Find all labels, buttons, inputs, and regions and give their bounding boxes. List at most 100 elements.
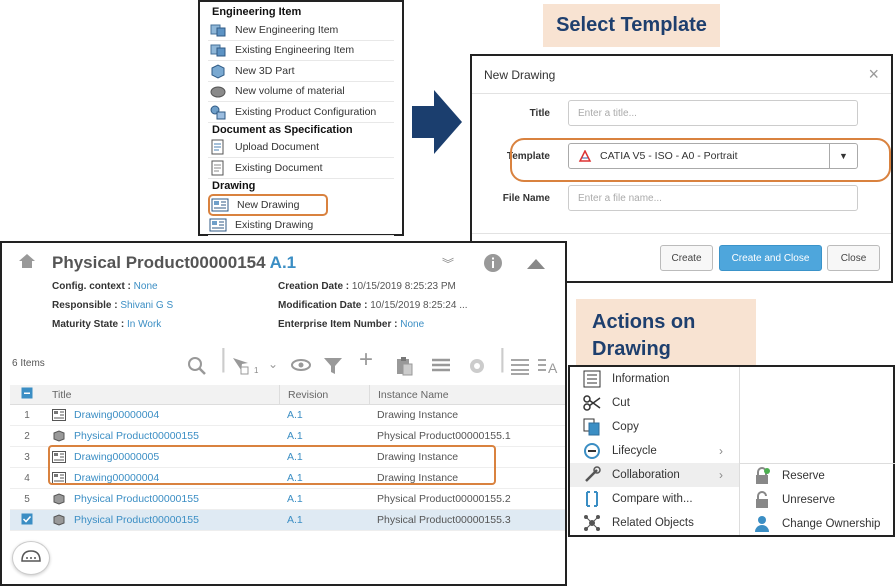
table-row[interactable]: 2 Physical Product00000155 A.1 Physical … xyxy=(10,426,565,447)
collapse-icon[interactable] xyxy=(526,257,546,275)
copy-icon xyxy=(582,418,602,436)
modification-date: Modification Date : 10/15/2019 8:25:24 .… xyxy=(278,300,468,311)
dialog-header: New Drawing × xyxy=(472,56,891,94)
search-icon[interactable] xyxy=(187,356,207,380)
actions-callout: Actions on Drawing xyxy=(576,299,756,369)
menu-item-existing-engineering-item[interactable]: Existing Engineering Item xyxy=(208,41,394,61)
filter-icon[interactable] xyxy=(323,356,343,380)
grid-toolbar: 6 Items | 1 ⌄ + | A xyxy=(2,343,565,382)
chat-helmet-button[interactable] xyxy=(12,541,50,575)
scissors-icon xyxy=(582,394,602,412)
drawing-icon xyxy=(208,217,228,233)
related-objects-icon xyxy=(582,514,602,532)
column-instance-name[interactable]: Instance Name xyxy=(369,384,565,405)
3d-part-icon xyxy=(208,63,228,79)
menu-item-existing-product-configuration[interactable]: Existing Product Configuration xyxy=(208,102,394,123)
menu-item-collaboration[interactable]: Collaboration › xyxy=(570,463,739,487)
template-highlight xyxy=(510,138,891,182)
eye-hide-icon[interactable] xyxy=(291,356,313,378)
sort-icon[interactable]: A xyxy=(537,356,559,380)
create-and-close-button[interactable]: Create and Close xyxy=(719,245,822,271)
close-icon[interactable]: × xyxy=(868,64,879,85)
paste-icon[interactable] xyxy=(394,356,414,380)
engineering-item-icon xyxy=(208,42,228,58)
menu-section-document: Document as Specification xyxy=(212,123,353,136)
menu-item-new-drawing[interactable]: New Drawing xyxy=(208,193,328,216)
select-filter-icon[interactable] xyxy=(231,356,255,380)
document-icon xyxy=(208,160,228,176)
right-arrow-icon xyxy=(412,90,462,154)
menu-item-existing-document[interactable]: Existing Document xyxy=(208,158,394,179)
row-title-link[interactable]: Physical Product00000155 xyxy=(74,493,199,505)
table-row[interactable]: Physical Product00000155 A.1 Physical Pr… xyxy=(10,510,565,531)
menu-item-change-ownership[interactable]: Change Ownership xyxy=(740,512,895,536)
menu-item-compare-with[interactable]: Compare with... xyxy=(570,487,739,511)
drawing-icon xyxy=(210,197,230,213)
chevron-down-icon[interactable]: ⌄ xyxy=(268,356,278,372)
close-button[interactable]: Close xyxy=(827,245,880,271)
row-title-link[interactable]: Drawing00000004 xyxy=(74,409,159,421)
engineering-item-icon xyxy=(208,22,228,38)
collaboration-icon xyxy=(582,466,602,484)
menu-item-cut[interactable]: Cut xyxy=(570,391,739,415)
product-config-icon xyxy=(208,104,228,120)
toolbar-divider: | xyxy=(499,343,506,373)
gear-icon[interactable] xyxy=(467,356,487,380)
filename-label: File Name xyxy=(502,192,550,204)
page-title: Physical Product00000154 A.1 xyxy=(52,253,297,272)
title-row: Title Enter a title... xyxy=(472,100,891,126)
ownership-icon xyxy=(752,515,772,533)
add-icon[interactable]: + xyxy=(359,348,373,372)
menu-section-engineering-item: Engineering Item xyxy=(212,6,302,18)
physical-product-icon xyxy=(52,514,66,526)
menu-item-new-volume-of-material[interactable]: New volume of material xyxy=(208,82,394,102)
menu-item-lifecycle[interactable]: Lifecycle › xyxy=(570,439,739,463)
chevron-right-icon: › xyxy=(719,444,723,458)
chevron-right-icon: › xyxy=(719,468,723,482)
reorder-icon[interactable] xyxy=(431,356,451,380)
unlock-icon xyxy=(752,491,772,509)
menu-item-new-engineering-item[interactable]: New Engineering Item xyxy=(208,20,394,41)
table-row[interactable]: 5 Physical Product00000155 A.1 Physical … xyxy=(10,489,565,510)
select-all-checkbox[interactable] xyxy=(10,387,44,402)
add-content-menu: Engineering Item New Engineering Item Ex… xyxy=(198,0,404,236)
filter-count: 1 xyxy=(254,366,259,375)
table-row[interactable]: 1 Drawing00000004 A.1 Drawing Instance xyxy=(10,405,565,426)
filename-input[interactable]: Enter a file name... xyxy=(568,185,858,211)
column-revision[interactable]: Revision xyxy=(279,384,369,405)
title-input[interactable]: Enter a title... xyxy=(568,100,858,126)
maturity-state: Maturity State : In Work xyxy=(52,319,162,330)
dialog-title: New Drawing xyxy=(484,67,556,82)
compare-icon xyxy=(582,490,602,508)
menu-item-new-3d-part[interactable]: New 3D Part xyxy=(208,61,394,82)
svg-text:A: A xyxy=(548,360,558,376)
item-count: 6 Items xyxy=(12,358,45,369)
menu-item-copy[interactable]: Copy xyxy=(570,415,739,439)
info-icon[interactable] xyxy=(483,253,503,278)
row-title-link[interactable]: Physical Product00000155 xyxy=(74,430,199,442)
list-view-icon[interactable] xyxy=(510,356,530,380)
information-icon xyxy=(582,370,602,388)
column-title[interactable]: Title xyxy=(44,389,279,401)
menu-item-unreserve[interactable]: Unreserve xyxy=(740,488,895,512)
row-title-link[interactable]: Physical Product00000155 xyxy=(74,514,199,526)
table-header: Title Revision Instance Name xyxy=(10,384,565,405)
menu-item-information[interactable]: Information xyxy=(570,367,739,391)
context-menu: Information Cut Copy Lifecycle › Collabo… xyxy=(568,365,895,537)
lock-icon xyxy=(752,467,772,485)
volume-material-icon xyxy=(208,83,228,99)
row-checkbox[interactable] xyxy=(10,513,44,528)
filename-row: File Name Enter a file name... xyxy=(472,185,891,211)
menu-item-related-objects[interactable]: Related Objects xyxy=(570,511,739,535)
menu-item-existing-drawing[interactable]: Existing Drawing xyxy=(208,216,394,236)
menu-item-reserve[interactable]: Reserve xyxy=(740,464,895,488)
title-label: Title xyxy=(529,107,550,119)
create-button[interactable]: Create xyxy=(660,245,713,271)
drawing-rows-highlight xyxy=(48,445,496,485)
physical-product-icon xyxy=(52,493,66,505)
collaboration-submenu: Reserve Unreserve Change Ownership xyxy=(740,463,895,537)
home-icon[interactable] xyxy=(18,253,36,274)
chevron-down-icon[interactable]: ︾ xyxy=(442,255,454,272)
enterprise-item-number: Enterprise Item Number : None xyxy=(278,319,425,330)
menu-item-upload-document[interactable]: Upload Document xyxy=(208,138,394,158)
